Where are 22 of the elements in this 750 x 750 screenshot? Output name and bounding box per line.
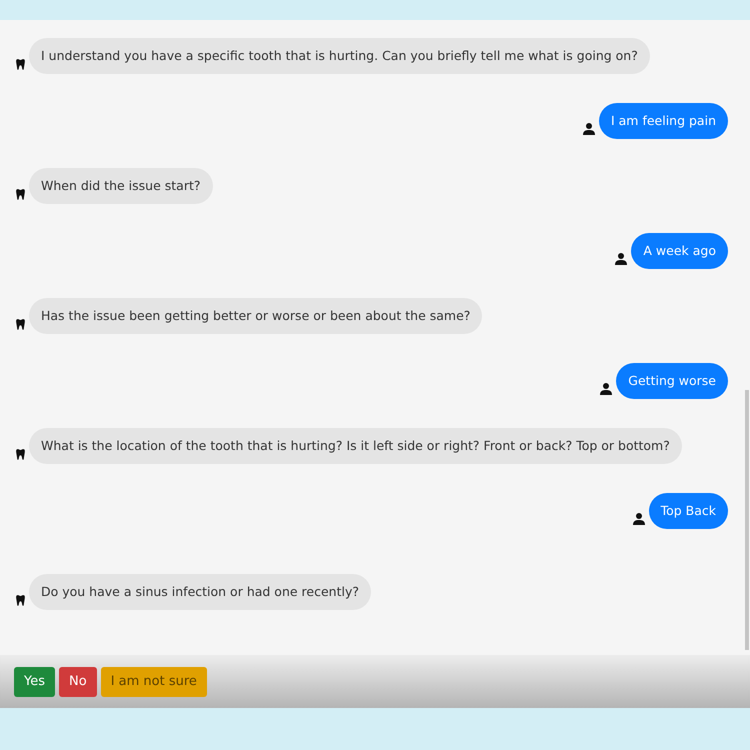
tooth-icon	[16, 189, 25, 200]
answer-button[interactable]: Yes	[14, 666, 55, 696]
person-icon	[615, 253, 628, 265]
person-icon	[582, 123, 595, 135]
person-icon	[632, 513, 645, 525]
user-message: I am feeling pain	[598, 103, 728, 139]
bot-message: What is the location of the tooth that is hurting? Is it left side or right? Front or back? Top or bottom?	[29, 428, 682, 464]
answer-button[interactable]: No	[59, 666, 97, 696]
user-message: Top Back	[648, 493, 728, 529]
bot-message: Do you have a sinus infection or had one recently?	[29, 574, 371, 610]
user-message: Getting worse	[616, 363, 728, 399]
tooth-icon	[16, 595, 25, 606]
tooth-icon	[16, 59, 25, 70]
answer-button[interactable]: I am not sure	[100, 666, 207, 696]
tooth-icon	[16, 319, 25, 330]
bot-message: I understand you have a specific tooth that is hurting. Can you briefly tell me what is going on?	[29, 38, 650, 74]
bot-message: When did the issue start?	[29, 168, 213, 204]
tooth-icon	[16, 449, 25, 460]
person-icon	[600, 383, 612, 395]
user-message: A week ago	[631, 233, 728, 269]
scrollbar-thumb[interactable]	[745, 390, 749, 650]
bot-message: Has the issue been getting better or worse or been about the same?	[29, 298, 482, 334]
